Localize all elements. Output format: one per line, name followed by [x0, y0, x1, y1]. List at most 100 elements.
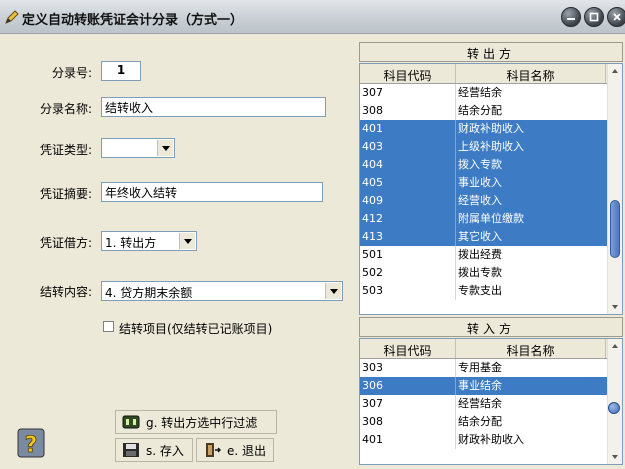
table-row[interactable]: 405 事业收入: [360, 174, 622, 192]
voucher-type-select[interactable]: [101, 138, 175, 158]
voucher-type-label: 凭证类型:: [40, 143, 93, 157]
account-name-cell: 专用基金: [458, 361, 502, 374]
account-code-cell: 503: [360, 282, 456, 300]
exit-button[interactable]: e. 退出: [196, 438, 274, 462]
scroll-down-icon[interactable]: [608, 449, 622, 464]
scroll-down-icon[interactable]: [608, 299, 622, 314]
out-col-code[interactable]: 科目代码: [360, 64, 456, 83]
account-code-cell: 307: [360, 395, 456, 413]
title-bar: 定义自动转账凭证会计分录（方式一）: [0, 0, 625, 34]
out-panel-title: 转出方: [359, 42, 623, 62]
account-name-cell: 附属单位缴款: [458, 212, 524, 225]
account-name-cell: 经营结余: [458, 397, 502, 410]
chevron-down-icon[interactable]: [179, 233, 195, 249]
account-code-cell: 502: [360, 264, 456, 282]
maximize-icon: [589, 12, 599, 22]
table-row[interactable]: 308 结余分配: [360, 413, 622, 431]
in-grid: 科目代码 科目名称 303 专用基金 306 事业结余 307 经营结余 308 结余分配 40…: [359, 338, 623, 465]
floppy-disk-icon: [123, 443, 139, 457]
maximize-button[interactable]: [584, 7, 604, 27]
chevron-down-icon[interactable]: [157, 140, 173, 156]
account-code-cell: 413: [360, 228, 456, 246]
save-button[interactable]: s. 存入: [115, 438, 193, 462]
account-code-cell: 405: [360, 174, 456, 192]
in-panel-title: 转入方: [359, 317, 623, 337]
table-row[interactable]: 307 经营结余: [360, 84, 622, 102]
close-icon: [613, 13, 621, 21]
entry-name-field[interactable]: 结转收入: [101, 97, 326, 117]
carry-item-checkbox[interactable]: [103, 321, 114, 332]
minimize-button[interactable]: [561, 7, 581, 27]
table-row[interactable]: 303 专用基金: [360, 359, 622, 377]
account-code-cell: 401: [360, 431, 456, 449]
account-name-cell: 专款支出: [458, 284, 502, 297]
entry-no-field[interactable]: 1: [101, 61, 141, 81]
account-name-cell: 拨出专款: [458, 266, 502, 279]
scroll-up-icon[interactable]: [608, 64, 622, 79]
content-label: 结转内容:: [40, 285, 93, 299]
scroll-up-icon[interactable]: [608, 339, 622, 354]
account-code-cell: 403: [360, 138, 456, 156]
table-row[interactable]: 306 事业结余: [360, 377, 622, 395]
content-select[interactable]: 4. 贷方期末余额: [101, 281, 343, 301]
in-col-code[interactable]: 科目代码: [360, 339, 456, 358]
account-name-cell: 结余分配: [458, 104, 502, 117]
table-row[interactable]: 412 附属单位缴款: [360, 210, 622, 228]
table-row[interactable]: 403 上级补助收入: [360, 138, 622, 156]
out-grid-header: 科目代码 科目名称: [360, 64, 622, 84]
account-code-cell: 306: [360, 377, 456, 395]
carry-item-label: 结转项目(仅结转已记账项目): [119, 322, 273, 336]
out-grid: 科目代码 科目名称 307 经营结余 308 结余分配 401 财政补助收入 403 上级补助…: [359, 63, 623, 315]
in-col-name[interactable]: 科目名称: [456, 339, 606, 358]
exit-door-icon: [206, 443, 221, 457]
table-row[interactable]: 413 其它收入: [360, 228, 622, 246]
out-grid-body: 307 经营结余 308 结余分配 401 财政补助收入 403 上级补助收入 404 拨入专款 4…: [360, 84, 622, 300]
filter-button-label: g. 转出方选中行过滤: [146, 415, 258, 430]
status-indicator-icon: [608, 402, 620, 414]
close-button[interactable]: [607, 7, 625, 27]
voucher-summary-field[interactable]: 年终收入结转: [101, 182, 323, 202]
debit-label: 凭证借方:: [40, 236, 93, 250]
account-name-cell: 经营结余: [458, 86, 502, 99]
table-row[interactable]: 401 财政补助收入: [360, 431, 622, 449]
svg-text:?: ?: [25, 433, 38, 458]
entry-no-label: 分录号:: [52, 66, 93, 80]
in-grid-header: 科目代码 科目名称: [360, 339, 622, 359]
table-row[interactable]: 409 经营收入: [360, 192, 622, 210]
account-code-cell: 409: [360, 192, 456, 210]
exit-button-label: e. 退出: [227, 443, 267, 458]
account-code-cell: 308: [360, 413, 456, 431]
help-icon-graphic: ?: [17, 428, 45, 458]
account-name-cell: 结余分配: [458, 415, 502, 428]
account-name-cell: 拨入专款: [458, 158, 502, 171]
account-name-cell: 财政补助收入: [458, 433, 524, 446]
account-name-cell: 财政补助收入: [458, 122, 524, 135]
table-row[interactable]: 502 拨出专款: [360, 264, 622, 282]
account-code-cell: 501: [360, 246, 456, 264]
table-row[interactable]: 404 拨入专款: [360, 156, 622, 174]
debit-value: 1. 转出方: [105, 236, 157, 250]
table-row[interactable]: 308 结余分配: [360, 102, 622, 120]
account-code-cell: 307: [360, 84, 456, 102]
window-title: 定义自动转账凭证会计分录（方式一）: [22, 13, 244, 28]
out-scrollbar[interactable]: [607, 64, 622, 314]
account-code-cell: 308: [360, 102, 456, 120]
table-row[interactable]: 401 财政补助收入: [360, 120, 622, 138]
account-code-cell: 412: [360, 210, 456, 228]
account-name-cell: 经营收入: [458, 194, 502, 207]
filter-button[interactable]: g. 转出方选中行过滤: [115, 410, 277, 434]
table-row[interactable]: 503 专款支出: [360, 282, 622, 300]
account-name-cell: 其它收入: [458, 230, 502, 243]
chevron-down-icon[interactable]: [325, 283, 341, 299]
help-icon[interactable]: ?: [16, 427, 46, 459]
table-row[interactable]: 307 经营结余: [360, 395, 622, 413]
pen-icon: [5, 10, 19, 24]
debit-select[interactable]: 1. 转出方: [101, 231, 197, 251]
scroll-thumb[interactable]: [610, 200, 620, 258]
account-code-cell: 401: [360, 120, 456, 138]
account-name-cell: 拨出经费: [458, 248, 502, 261]
content-value: 4. 贷方期末余额: [105, 286, 193, 300]
account-code-cell: 303: [360, 359, 456, 377]
out-col-name[interactable]: 科目名称: [456, 64, 606, 83]
table-row[interactable]: 501 拨出经费: [360, 246, 622, 264]
